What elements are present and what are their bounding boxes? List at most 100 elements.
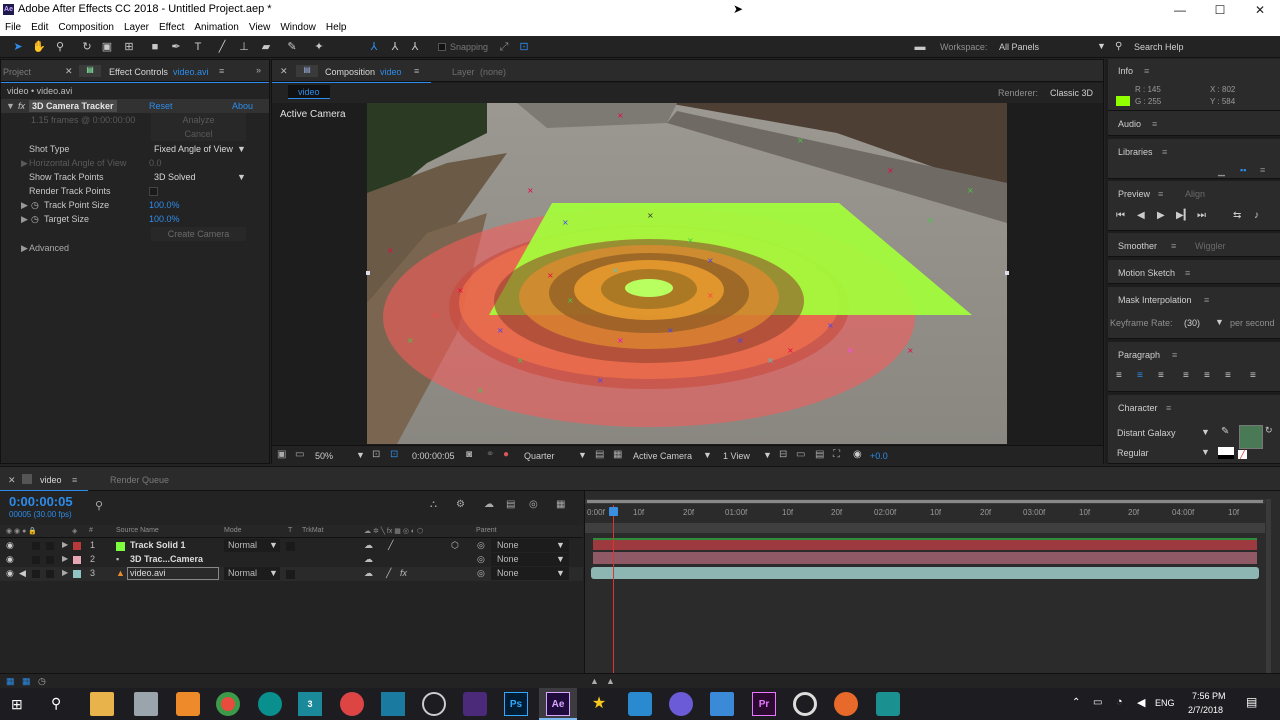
app-icon[interactable]: [876, 692, 900, 716]
solo-box[interactable]: [32, 570, 40, 578]
comp-mini-flowchart-icon[interactable]: ⛬: [430, 499, 437, 510]
3d-layer-icon[interactable]: ⬡: [451, 540, 459, 551]
layer-handle[interactable]: [366, 271, 370, 275]
snapping-checkbox[interactable]: [438, 43, 446, 51]
tab-wiggler[interactable]: Wiggler: [1195, 241, 1226, 251]
keyframe-rate-dropdown[interactable]: (30): [1184, 318, 1200, 328]
hand-tool-icon[interactable]: ✋: [31, 39, 47, 55]
preserve-transparency-box[interactable]: [286, 542, 295, 551]
panel-menu-icon[interactable]: ≡: [1166, 403, 1171, 413]
source-name-column[interactable]: Source Name: [116, 527, 159, 534]
toggle-switches-icon[interactable]: ▦: [6, 676, 15, 687]
camera-view-dropdown[interactable]: Active Camera: [633, 451, 692, 461]
pen-tool-icon[interactable]: ✒: [168, 39, 184, 55]
expand-icon[interactable]: »: [256, 65, 261, 75]
expand-triangle-icon[interactable]: ▶: [62, 554, 68, 563]
speaker-icon[interactable]: ♪: [1254, 210, 1259, 221]
list-icon[interactable]: ≡: [1260, 165, 1265, 175]
tab-render-queue[interactable]: Render Queue: [110, 475, 169, 485]
chevron-down-icon[interactable]: ▼: [1097, 41, 1106, 51]
audio-speaker-icon[interactable]: ◀: [19, 568, 26, 579]
visibility-eye-icon[interactable]: ◉: [6, 568, 14, 579]
swap-colors-icon[interactable]: ↻: [1265, 425, 1273, 436]
quality-switch-icon[interactable]: ╱: [386, 568, 391, 579]
app-icon[interactable]: ★: [587, 692, 611, 716]
motion-sketch-panel[interactable]: Motion Sketch ≡: [1108, 260, 1280, 284]
panel-menu-icon[interactable]: ≡: [1172, 350, 1177, 360]
libraries-panel[interactable]: Libraries ≡ ▁ ▪▪ ≡: [1108, 139, 1280, 179]
transparency-grid-icon[interactable]: ▦: [613, 449, 622, 460]
panel-menu-icon[interactable]: ≡: [1152, 119, 1157, 129]
triangle-right-icon[interactable]: ▶: [21, 198, 28, 212]
triangle-right-icon[interactable]: ▶: [21, 241, 28, 255]
parent-dropdown[interactable]: None: [497, 568, 519, 578]
layer-name[interactable]: video.avi: [130, 568, 166, 578]
chevron-down-icon[interactable]: ▼: [763, 450, 772, 460]
graph-editor-icon[interactable]: ▦: [556, 499, 565, 510]
close-button[interactable]: ✕: [1240, 0, 1280, 20]
snapshot-icon[interactable]: ◙: [466, 449, 472, 460]
last-frame-icon[interactable]: ⏭: [1197, 210, 1206, 221]
tab-smoother[interactable]: Smoother: [1118, 241, 1157, 251]
workspace-dropdown[interactable]: All Panels: [999, 42, 1039, 52]
wifi-icon[interactable]: ◔: [1116, 696, 1123, 708]
close-icon[interactable]: ✕: [65, 66, 73, 77]
toggle-modes-icon[interactable]: ▦: [22, 676, 31, 687]
layer-row[interactable]: ◉ ◀ ▶ 3 ▲ video.avi Normal ▼ ☁ ╱ fx ◎ No…: [0, 567, 583, 581]
expand-triangle-icon[interactable]: ▶: [62, 568, 68, 577]
timeline-scrollbar[interactable]: [1266, 499, 1271, 674]
search-icon[interactable]: ⚲: [1115, 41, 1122, 52]
visibility-eye-icon[interactable]: ◉: [6, 554, 14, 565]
clock-date[interactable]: 2/7/2018: [1188, 705, 1223, 715]
menu-effect[interactable]: Effect: [154, 20, 189, 33]
menu-help[interactable]: Help: [321, 20, 352, 33]
layer-name[interactable]: Track Solid 1: [130, 540, 186, 550]
chrome-icon[interactable]: [216, 692, 240, 716]
app-icon[interactable]: 3: [298, 692, 322, 716]
monitor-icon[interactable]: ▭: [295, 449, 304, 460]
expand-triangle-icon[interactable]: ▶: [62, 540, 68, 549]
puppet-tool-icon[interactable]: ✦: [311, 39, 327, 55]
app-icon[interactable]: [628, 692, 652, 716]
flowchart-icon[interactable]: ⛶: [833, 449, 840, 460]
shot-type-dropdown[interactable]: Fixed Angle of View: [154, 142, 233, 156]
menu-view[interactable]: View: [244, 20, 276, 33]
type-tool-icon[interactable]: T: [190, 39, 206, 55]
timeline-timecode[interactable]: 0:00:00:05: [9, 494, 73, 509]
maximize-button[interactable]: ☐: [1200, 0, 1240, 20]
render-time-icon[interactable]: ◷: [38, 676, 46, 687]
create-camera-button[interactable]: Create Camera: [151, 227, 246, 241]
about-link[interactable]: Abou: [232, 99, 253, 113]
renderer-value[interactable]: Classic 3D: [1050, 88, 1093, 98]
align-left-icon[interactable]: ≡: [1116, 370, 1122, 381]
font-family-dropdown[interactable]: Distant Galaxy: [1117, 428, 1176, 438]
comp-subtab-video[interactable]: video: [288, 85, 330, 99]
chevron-down-icon[interactable]: ▼: [1201, 427, 1210, 437]
pick-whip-icon[interactable]: ◎: [477, 540, 485, 551]
justify-right-icon[interactable]: ≡: [1225, 370, 1231, 381]
play-icon[interactable]: ▶: [1157, 210, 1165, 221]
app-icon[interactable]: [669, 692, 693, 716]
notifications-icon[interactable]: ▤: [1246, 695, 1257, 709]
shy-switch-icon[interactable]: ☁: [364, 540, 373, 551]
zoom-dropdown[interactable]: 50%: [315, 451, 333, 461]
solo-box[interactable]: [32, 556, 40, 564]
frame-blend-icon[interactable]: ▤: [506, 499, 515, 510]
tab-layer[interactable]: Layer: [452, 67, 475, 77]
chevron-up-icon[interactable]: ⌃: [1072, 697, 1080, 708]
reset-link[interactable]: Reset: [149, 99, 173, 113]
roto-brush-tool-icon[interactable]: ✎: [284, 39, 300, 55]
volume-icon[interactable]: ◀: [1137, 696, 1145, 709]
layer-duration-bar[interactable]: [593, 552, 1257, 564]
playhead-handle[interactable]: [609, 507, 618, 516]
draft-3d-icon[interactable]: ⚙: [456, 499, 465, 510]
chevron-down-icon[interactable]: ▼: [556, 554, 565, 564]
app-icon[interactable]: [340, 692, 364, 716]
panel-menu-icon[interactable]: ≡: [1185, 268, 1190, 278]
parent-dropdown[interactable]: None: [497, 554, 519, 564]
eyedropper-icon[interactable]: ✎: [1221, 426, 1229, 437]
menu-edit[interactable]: Edit: [26, 20, 53, 33]
lock-icon[interactable]: ▤: [296, 65, 318, 77]
toggle-pixel-icon[interactable]: ⊟: [779, 449, 787, 460]
chevron-down-icon[interactable]: ▼: [578, 450, 587, 460]
